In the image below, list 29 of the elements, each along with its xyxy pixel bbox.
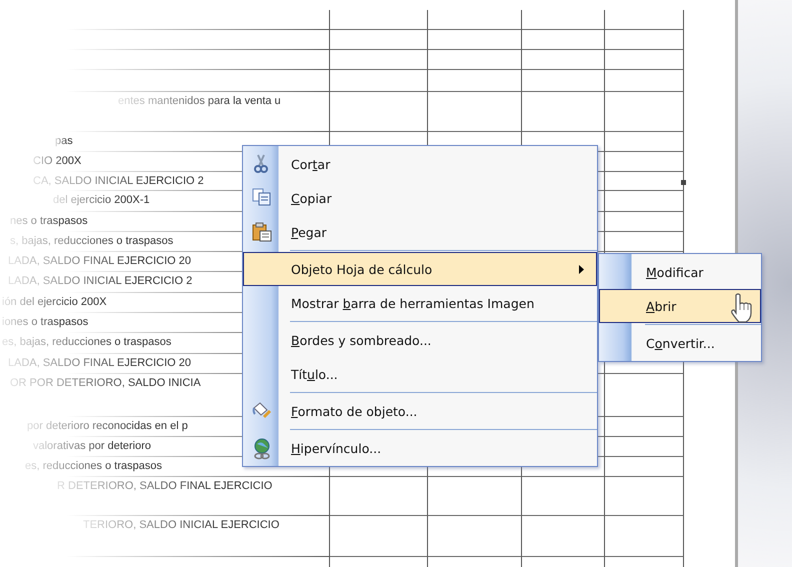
menu-item[interactable]: Objeto Hoja de cálculo bbox=[243, 252, 597, 286]
menu-item[interactable]: Cortar bbox=[243, 147, 597, 181]
hand-cursor-icon bbox=[729, 293, 753, 323]
scissors-icon bbox=[252, 154, 270, 174]
row-label: pas bbox=[55, 134, 73, 149]
copy-icon bbox=[252, 188, 272, 206]
clipboard-icon bbox=[252, 222, 272, 242]
menu-item[interactable]: Pegar bbox=[243, 215, 597, 249]
menu-item[interactable]: Mostrar barra de herramientas Imagen bbox=[243, 286, 597, 320]
menu-item[interactable]: Abrir bbox=[599, 289, 761, 323]
row-label: iones o traspasos bbox=[2, 315, 88, 330]
menu-item[interactable]: Bordes y sombreado... bbox=[243, 323, 597, 357]
menu-item[interactable]: Modificar bbox=[599, 255, 761, 289]
paint-bucket-icon bbox=[252, 401, 272, 421]
row-label: LADA, SALDO INICIAL EJERCICIO 2 bbox=[8, 274, 192, 289]
row-label: LADA, SALDO FINAL EJERCICIO 20 bbox=[8, 356, 191, 371]
row-label: del ejercicio 200X-1 bbox=[53, 193, 150, 208]
menu-item[interactable]: Copiar bbox=[243, 181, 597, 215]
row-label: entes mantenidos para la venta u bbox=[118, 94, 281, 109]
globe-link-icon bbox=[252, 438, 272, 460]
row-label: LADA, SALDO FINAL EJERCICIO 20 bbox=[8, 254, 191, 269]
row-label: nes o traspasos bbox=[10, 214, 88, 229]
menu-item[interactable]: Hipervínculo... bbox=[243, 431, 597, 465]
selection-handle[interactable] bbox=[681, 180, 686, 185]
submenu-arrow-icon bbox=[579, 264, 584, 274]
row-label: CIO 200X bbox=[33, 154, 82, 169]
menu-item[interactable]: Título... bbox=[243, 357, 597, 391]
menu-item[interactable]: Formato de objeto... bbox=[243, 394, 597, 428]
menu-item[interactable]: Convertir... bbox=[599, 326, 761, 360]
